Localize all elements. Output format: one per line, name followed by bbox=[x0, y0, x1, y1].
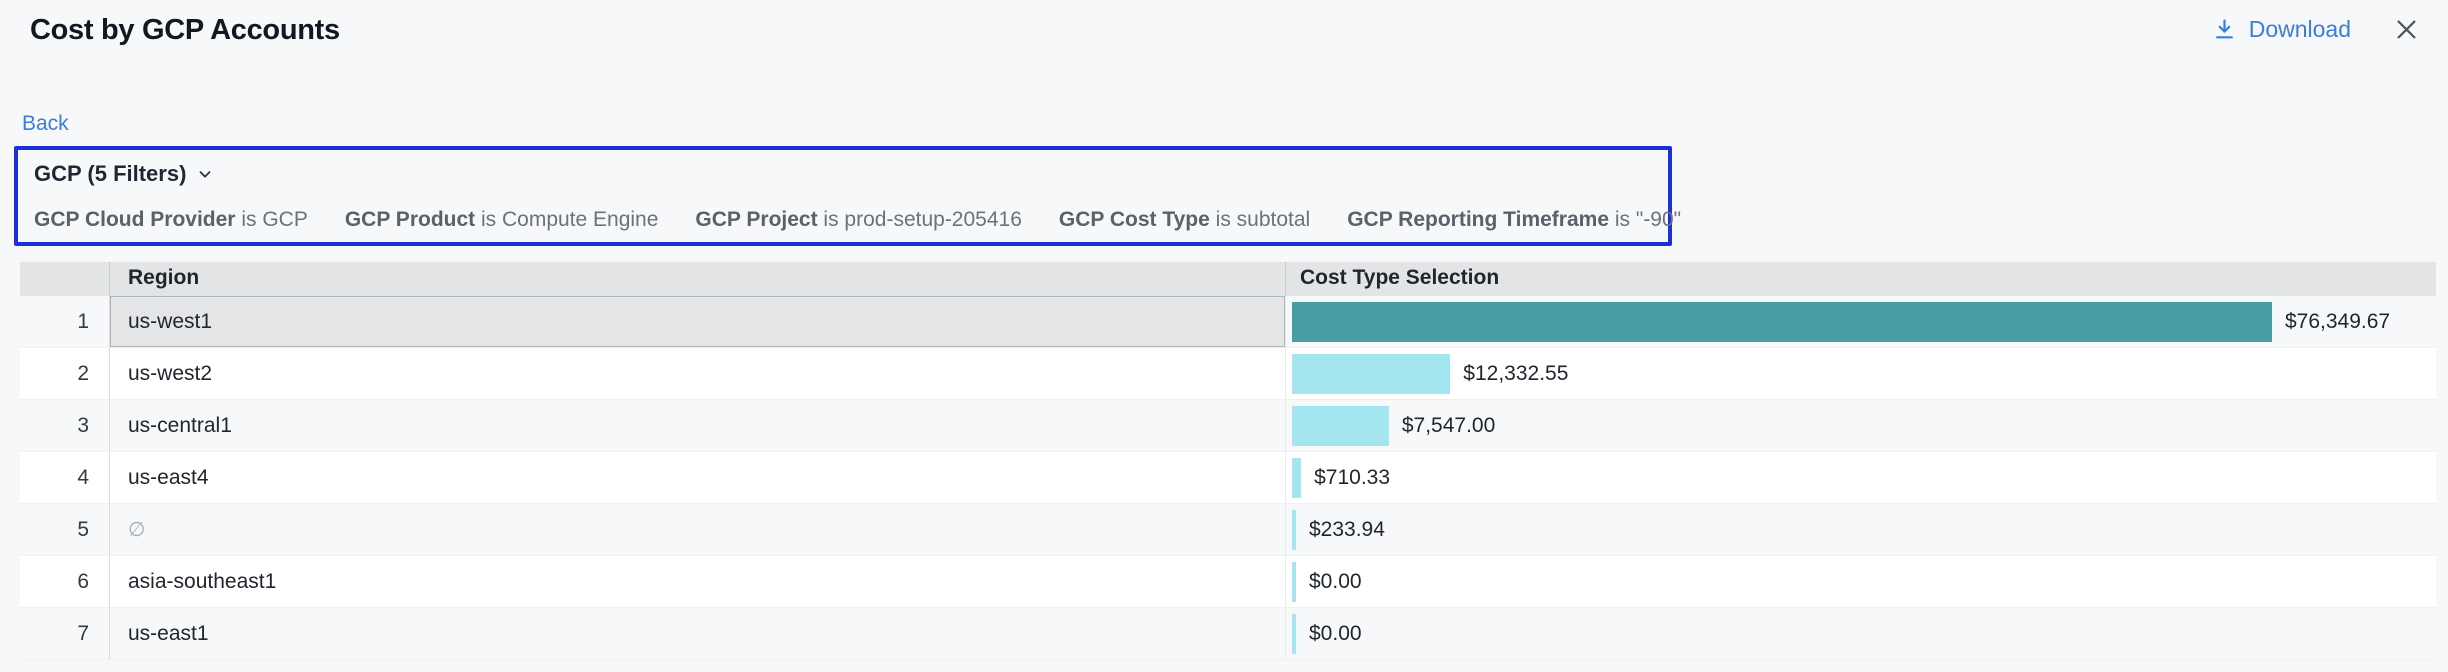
row-number: 6 bbox=[20, 556, 110, 607]
cost-label: $710.33 bbox=[1314, 466, 1390, 490]
cost-label: $0.00 bbox=[1309, 622, 1362, 646]
region-label: us-west1 bbox=[128, 310, 212, 333]
region-label: us-east1 bbox=[128, 622, 209, 645]
cost-bar bbox=[1292, 562, 1296, 602]
filter-chip[interactable]: GCP Cloud Provider is GCP bbox=[34, 208, 308, 232]
back-link[interactable]: Back bbox=[22, 112, 69, 136]
filter-box: GCP (5 Filters) GCP Cloud Provider is GC… bbox=[14, 146, 1672, 246]
cost-cell[interactable]: $233.94 bbox=[1286, 504, 2436, 555]
close-button[interactable] bbox=[2393, 16, 2420, 43]
row-number: 5 bbox=[20, 504, 110, 555]
filter-chip[interactable]: GCP Project is prod-setup-205416 bbox=[695, 208, 1021, 232]
filter-chip[interactable]: GCP Product is Compute Engine bbox=[345, 208, 659, 232]
cost-bar bbox=[1292, 406, 1389, 446]
filter-summary-toggle[interactable]: GCP (5 Filters) bbox=[34, 161, 214, 187]
table-row[interactable]: 1 us-west1 $76,349.67 bbox=[20, 296, 2436, 348]
region-label: us-west2 bbox=[128, 362, 212, 385]
table-row[interactable]: 4 us-east4 $710.33 bbox=[20, 452, 2436, 504]
cost-cell[interactable]: $710.33 bbox=[1286, 452, 2436, 503]
row-number: 1 bbox=[20, 296, 110, 347]
filter-chip[interactable]: GCP Reporting Timeframe is "-90" bbox=[1347, 208, 1681, 232]
filter-chip[interactable]: GCP Cost Type is subtotal bbox=[1059, 208, 1310, 232]
cost-bar bbox=[1292, 510, 1296, 550]
download-icon bbox=[2212, 17, 2237, 42]
region-cell[interactable]: us-central1 bbox=[110, 400, 1286, 451]
row-number-header bbox=[20, 262, 110, 296]
cost-bar bbox=[1292, 354, 1450, 394]
page-title: Cost by GCP Accounts bbox=[30, 14, 340, 47]
cost-table: Region Cost Type Selection 1 us-west1 $7… bbox=[20, 262, 2436, 660]
table-row[interactable]: 3 us-central1 $7,547.00 bbox=[20, 400, 2436, 452]
close-icon bbox=[2393, 16, 2420, 43]
table-row[interactable]: 5 ∅ $233.94 bbox=[20, 504, 2436, 556]
region-cell[interactable]: asia-southeast1 bbox=[110, 556, 1286, 607]
region-cell[interactable]: us-west1 bbox=[110, 296, 1286, 347]
cost-column-header[interactable]: Cost Type Selection bbox=[1286, 262, 2436, 296]
region-label: ∅ bbox=[128, 519, 145, 541]
download-label: Download bbox=[2249, 16, 2351, 43]
filter-field: GCP Cloud Provider bbox=[34, 208, 235, 231]
region-label: us-central1 bbox=[128, 414, 232, 437]
cost-bar bbox=[1292, 614, 1296, 654]
cost-label: $233.94 bbox=[1309, 518, 1385, 542]
row-number: 4 bbox=[20, 452, 110, 503]
filter-value: is prod-setup-205416 bbox=[823, 208, 1021, 231]
cost-bar bbox=[1292, 458, 1301, 498]
table-row[interactable]: 2 us-west2 $12,332.55 bbox=[20, 348, 2436, 400]
filter-field: GCP Product bbox=[345, 208, 475, 231]
region-cell[interactable]: us-west2 bbox=[110, 348, 1286, 399]
cost-label: $76,349.67 bbox=[2285, 310, 2390, 334]
filter-value: is GCP bbox=[241, 208, 308, 231]
cost-label: $0.00 bbox=[1309, 570, 1362, 594]
filter-value: is Compute Engine bbox=[481, 208, 658, 231]
row-number: 3 bbox=[20, 400, 110, 451]
cost-label: $12,332.55 bbox=[1463, 362, 1568, 386]
region-label: us-east4 bbox=[128, 466, 209, 489]
row-number: 2 bbox=[20, 348, 110, 399]
table-row[interactable]: 7 us-east1 $0.00 bbox=[20, 608, 2436, 660]
row-number: 7 bbox=[20, 608, 110, 659]
filter-value: is subtotal bbox=[1216, 208, 1311, 231]
table-header: Region Cost Type Selection bbox=[20, 262, 2436, 296]
region-label: asia-southeast1 bbox=[128, 570, 276, 593]
region-column-header[interactable]: Region bbox=[110, 262, 1286, 296]
region-cell[interactable]: us-east4 bbox=[110, 452, 1286, 503]
filter-value: is "-90" bbox=[1615, 208, 1681, 231]
table-row[interactable]: 6 asia-southeast1 $0.00 bbox=[20, 556, 2436, 608]
cost-label: $7,547.00 bbox=[1402, 414, 1495, 438]
filter-field: GCP Cost Type bbox=[1059, 208, 1210, 231]
region-cell[interactable]: us-east1 bbox=[110, 608, 1286, 659]
filter-field: GCP Reporting Timeframe bbox=[1347, 208, 1609, 231]
cost-cell[interactable]: $0.00 bbox=[1286, 608, 2436, 659]
cost-cell[interactable]: $12,332.55 bbox=[1286, 348, 2436, 399]
filter-chip-list: GCP Cloud Provider is GCP GCP Product is… bbox=[34, 208, 1652, 232]
chevron-down-icon bbox=[196, 165, 214, 183]
region-cell[interactable]: ∅ bbox=[110, 504, 1286, 555]
filter-summary-label: GCP (5 Filters) bbox=[34, 161, 186, 187]
cost-cell[interactable]: $0.00 bbox=[1286, 556, 2436, 607]
filter-field: GCP Project bbox=[695, 208, 817, 231]
download-button[interactable]: Download bbox=[2212, 16, 2351, 43]
cost-bar bbox=[1292, 302, 2272, 342]
cost-cell[interactable]: $76,349.67 bbox=[1286, 296, 2436, 347]
cost-cell[interactable]: $7,547.00 bbox=[1286, 400, 2436, 451]
top-actions: Download bbox=[2212, 16, 2420, 43]
